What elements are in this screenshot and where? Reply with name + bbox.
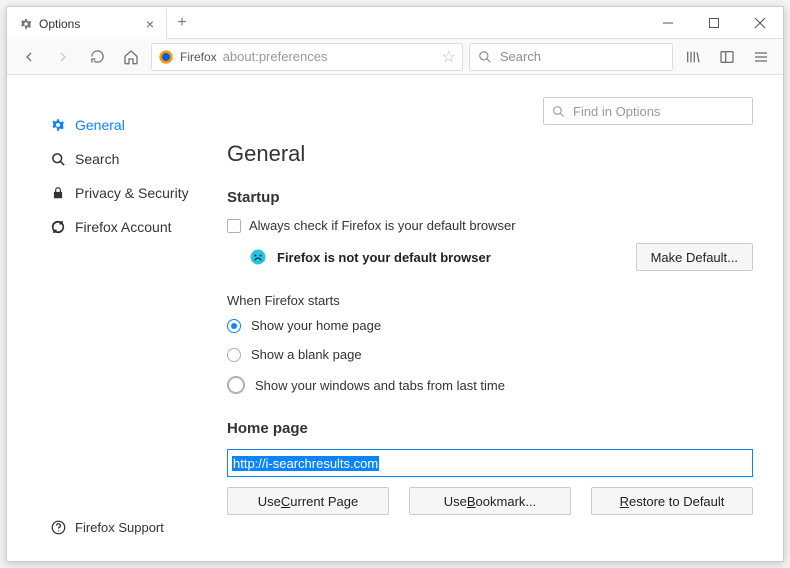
radio-show-blank[interactable]: Show a blank page — [227, 347, 753, 362]
tab-title: Options — [39, 17, 136, 31]
sidebar-item-general[interactable]: General — [7, 109, 207, 141]
use-bookmark-button[interactable]: Use Bookmark... — [409, 487, 571, 515]
lock-icon — [49, 186, 67, 200]
radio-icon — [227, 348, 241, 362]
find-placeholder: Find in Options — [573, 104, 660, 119]
sidebar-item-search[interactable]: Search — [7, 143, 207, 175]
titlebar: Options × + — [7, 7, 783, 39]
window-minimize[interactable] — [645, 7, 691, 39]
gear-icon — [49, 117, 67, 133]
sidebar-item-label: Firefox Support — [75, 520, 164, 535]
url-text: about:preferences — [223, 49, 436, 64]
search-bar[interactable]: Search — [469, 43, 673, 71]
always-check-default-checkbox[interactable]: Always check if Firefox is your default … — [227, 218, 753, 233]
question-icon — [49, 520, 67, 535]
tab-options[interactable]: Options × — [7, 7, 167, 39]
firefox-window: Options × + Firefox about:preferences ☆ … — [6, 6, 784, 562]
bookmark-star-icon[interactable]: ☆ — [442, 47, 456, 67]
make-default-button[interactable]: Make Default... — [636, 243, 753, 271]
sync-icon — [49, 219, 67, 235]
search-icon — [478, 50, 492, 64]
sidebar-item-account[interactable]: Firefox Account — [7, 211, 207, 243]
radio-show-homepage[interactable]: Show your home page — [227, 318, 753, 333]
preferences-sidebar: General Search Privacy & Security Firefo… — [7, 75, 207, 561]
back-button[interactable] — [15, 43, 43, 71]
sidebar-item-label: General — [75, 117, 125, 133]
gear-icon — [19, 17, 33, 31]
radio-label: Show a blank page — [251, 347, 362, 362]
sad-face-icon — [249, 248, 267, 266]
homepage-value: http://i-searchresults.com — [232, 456, 379, 471]
page-title: General — [227, 141, 753, 167]
close-icon[interactable]: × — [142, 16, 158, 32]
section-homepage-title: Home page — [227, 420, 753, 437]
checkbox-icon — [227, 219, 241, 233]
radio-show-session[interactable]: Show your windows and tabs from last tim… — [227, 376, 753, 394]
search-icon — [49, 152, 67, 167]
section-startup-title: Startup — [227, 189, 753, 206]
checkbox-label: Always check if Firefox is your default … — [249, 218, 516, 233]
sidebar-item-label: Firefox Account — [75, 219, 172, 235]
sidebar-item-label: Search — [75, 151, 119, 167]
search-icon — [552, 105, 565, 118]
sidebar-item-label: Privacy & Security — [75, 185, 189, 201]
reload-button[interactable] — [83, 43, 111, 71]
window-close[interactable] — [737, 7, 783, 39]
library-button[interactable] — [679, 43, 707, 71]
sidebar-item-privacy[interactable]: Privacy & Security — [7, 177, 207, 209]
when-starts-label: When Firefox starts — [227, 293, 753, 308]
window-controls — [645, 7, 783, 39]
main-panel: Find in Options General Startup Always c… — [207, 75, 783, 561]
radio-label: Show your home page — [251, 318, 381, 333]
content: General Search Privacy & Security Firefo… — [7, 75, 783, 561]
use-current-page-button[interactable]: Use Current Page — [227, 487, 389, 515]
radio-label: Show your windows and tabs from last tim… — [255, 378, 505, 393]
firefox-icon — [158, 49, 174, 65]
home-button[interactable] — [117, 43, 145, 71]
restore-default-button[interactable]: Restore to Default — [591, 487, 753, 515]
sidebar-item-support[interactable]: Firefox Support — [7, 512, 207, 543]
radio-icon — [227, 376, 245, 394]
window-maximize[interactable] — [691, 7, 737, 39]
menu-button[interactable] — [747, 43, 775, 71]
sidebar-button[interactable] — [713, 43, 741, 71]
not-default-text: Firefox is not your default browser — [277, 250, 626, 265]
find-in-options-input[interactable]: Find in Options — [543, 97, 753, 125]
url-bar[interactable]: Firefox about:preferences ☆ — [151, 43, 463, 71]
new-tab-button[interactable]: + — [167, 7, 197, 39]
radio-icon — [227, 319, 241, 333]
search-placeholder: Search — [500, 49, 541, 64]
forward-button[interactable] — [49, 43, 77, 71]
url-prefix: Firefox — [180, 50, 217, 64]
homepage-input[interactable]: http://i-searchresults.com — [227, 449, 753, 477]
navbar: Firefox about:preferences ☆ Search — [7, 39, 783, 75]
